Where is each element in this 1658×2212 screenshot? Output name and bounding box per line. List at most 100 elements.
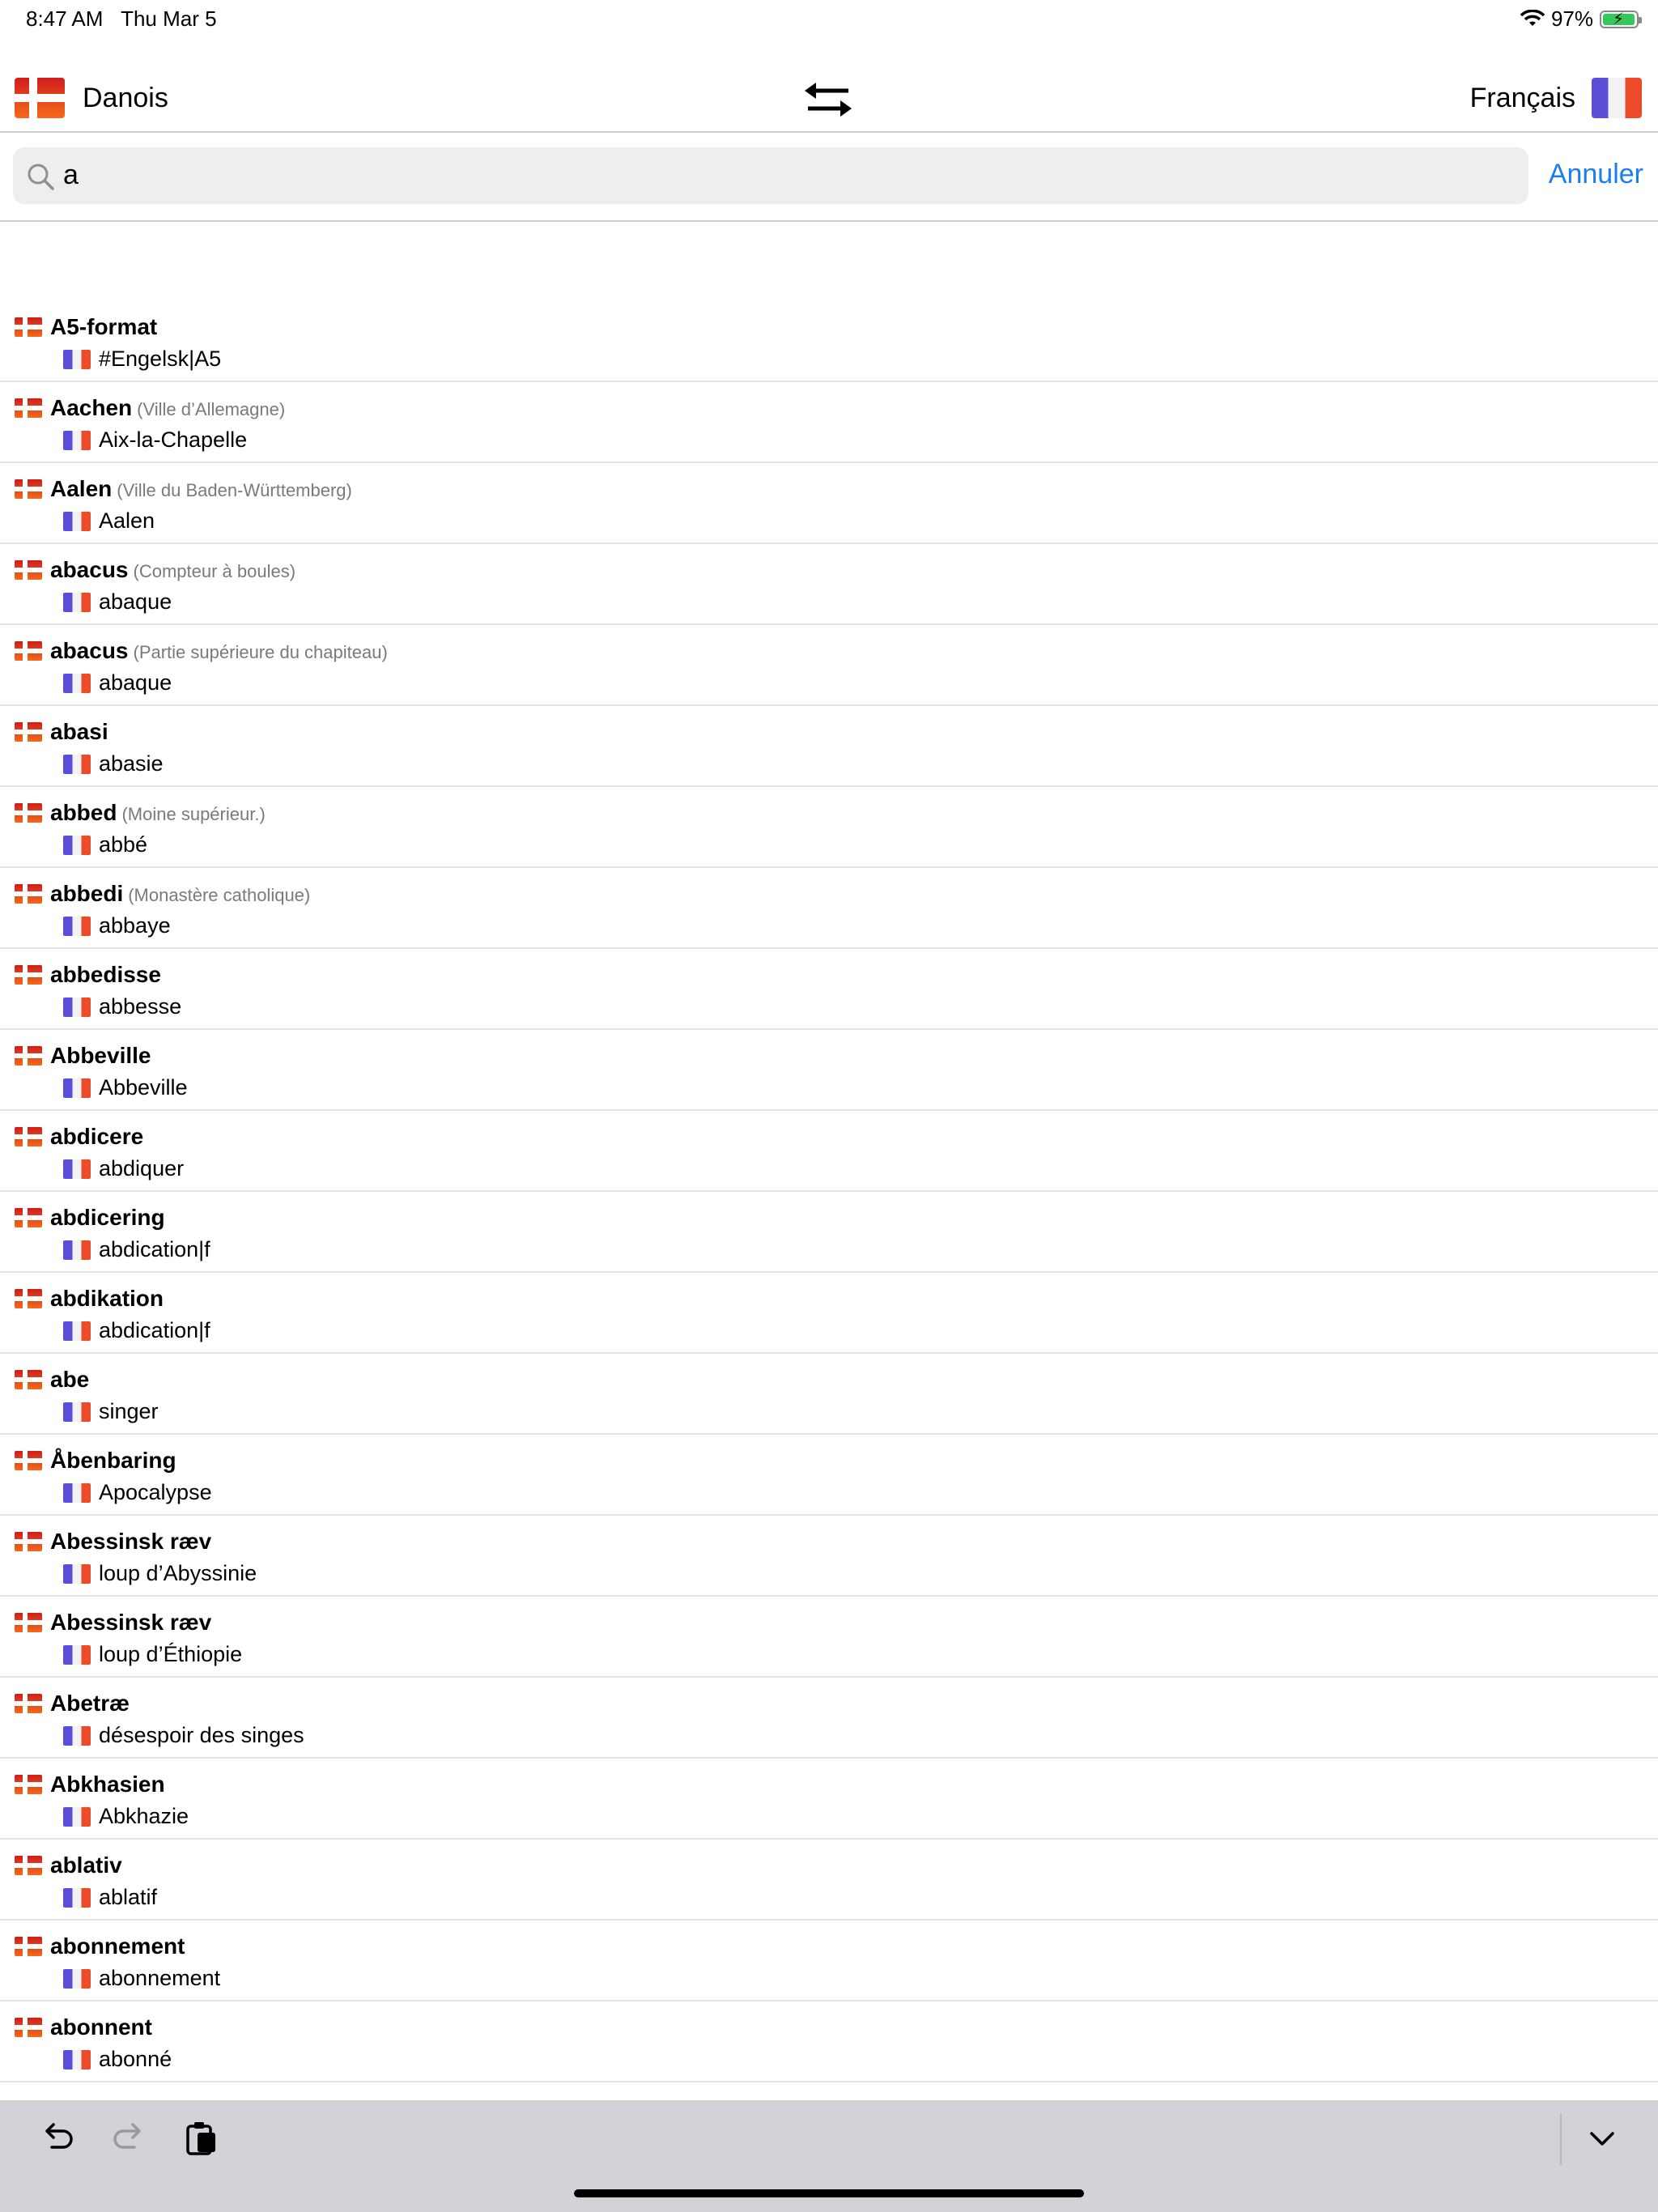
french-flag-icon — [63, 836, 91, 855]
translation-text: abdication|f — [99, 1318, 210, 1342]
result-row[interactable]: Abetræ désespoir des singes — [0, 1678, 1658, 1759]
headword: abonnement — [50, 1933, 189, 1959]
danish-flag-icon — [15, 1127, 42, 1146]
redo-icon[interactable] — [108, 2118, 149, 2159]
translation-text: abasie — [99, 751, 164, 776]
cancel-button[interactable]: Annuler — [1549, 159, 1643, 190]
result-row[interactable]: abe singer — [0, 1354, 1658, 1435]
result-row[interactable]: abbed (Moine supérieur.) abbé — [0, 787, 1658, 868]
battery-icon: ⚡ — [1600, 10, 1642, 28]
french-flag-icon — [63, 674, 91, 693]
french-flag-icon — [63, 1483, 91, 1503]
result-row[interactable]: abonnent abonné — [0, 2001, 1658, 2082]
language-bar: Danois Français — [0, 68, 1658, 133]
headword-text: Aalen — [50, 476, 113, 501]
danish-flag-icon — [15, 803, 42, 823]
search-query[interactable]: a — [63, 160, 79, 191]
headword-text: abasi — [50, 719, 108, 744]
headword-text: abbedisse — [50, 962, 161, 987]
result-row[interactable]: Aalen (Ville du Baden-Württemberg) Aalen — [0, 463, 1658, 544]
result-row[interactable]: abbedisse abbesse — [0, 949, 1658, 1030]
french-flag-icon — [63, 755, 91, 774]
headword-text: Abetræ — [50, 1691, 130, 1716]
danish-flag-icon — [15, 398, 42, 418]
headword: abdikation — [50, 1286, 168, 1312]
chevron-down-icon[interactable] — [1582, 2118, 1622, 2159]
danish-flag-icon — [15, 1046, 42, 1066]
headword-text: abbed — [50, 800, 117, 825]
result-row[interactable]: Aachen (Ville d’Allemagne) Aix-la-Chapelle — [0, 382, 1658, 463]
paste-icon[interactable] — [181, 2118, 222, 2159]
translation-text: Aalen — [99, 508, 155, 533]
search-icon — [28, 164, 54, 190]
headword: abdicering — [50, 1205, 170, 1231]
search-bar: a Annuler — [0, 131, 1658, 222]
result-row[interactable]: abonnement abonnement — [0, 1921, 1658, 2001]
translation-text: abdiquer — [99, 1156, 185, 1180]
translation-text: abdication|f — [99, 1237, 210, 1261]
result-row[interactable]: abacus (Partie supérieure du chapiteau) ab… — [0, 625, 1658, 706]
headword: Abbeville — [50, 1043, 155, 1069]
result-row[interactable]: ablativ ablatif — [0, 1840, 1658, 1921]
source-language-label[interactable]: Danois — [83, 83, 168, 114]
result-row[interactable]: Abessinsk ræv loup d’Éthiopie — [0, 1597, 1658, 1678]
translation-text: Apocalypse — [99, 1480, 212, 1504]
headword: Aalen (Ville du Baden-Württemberg) — [50, 476, 352, 502]
french-flag-icon — [63, 350, 91, 369]
result-row[interactable]: abbedi (Monastère catholique) abbaye — [0, 868, 1658, 949]
translation-text: abbaye — [99, 913, 171, 938]
headword: A5-format — [50, 314, 162, 340]
headword-text: Abessinsk ræv — [50, 1610, 212, 1635]
danish-flag-icon — [15, 1775, 42, 1794]
headword-text: abacus — [50, 638, 129, 663]
result-row[interactable]: abdikation abdication|f — [0, 1273, 1658, 1354]
translation-text: abaque — [99, 670, 172, 695]
danish-flag-icon — [15, 1208, 42, 1227]
headword-text: abacus — [50, 557, 129, 582]
home-indicator — [574, 2189, 1084, 2197]
translation-text: Aix-la-Chapelle — [99, 428, 248, 452]
danish-flag-icon — [15, 722, 42, 742]
danish-flag-icon — [15, 884, 42, 904]
result-row[interactable]: Abbeville Abbeville — [0, 1030, 1658, 1111]
headword-text: Abkhasien — [50, 1772, 165, 1797]
translation-text: Abkhazie — [99, 1804, 189, 1828]
headword-note: (Ville du Baden-Württemberg) — [117, 480, 352, 500]
status-clock: 8:47 AM — [26, 6, 104, 31]
battery-percentage: 97% — [1550, 6, 1593, 31]
result-row[interactable]: abacus (Compteur à boules) abaque — [0, 544, 1658, 625]
search-input[interactable]: a — [13, 147, 1528, 204]
headword-text: Abbeville — [50, 1043, 151, 1068]
translation-text: abbesse — [99, 994, 182, 1019]
headword-note: (Compteur à boules) — [133, 561, 296, 581]
result-row[interactable]: Abkhasien Abkhazie — [0, 1759, 1658, 1840]
result-row[interactable]: Abessinsk ræv loup d’Abyssinie — [0, 1516, 1658, 1597]
danish-flag-icon[interactable] — [15, 78, 65, 118]
danish-flag-icon — [15, 1937, 42, 1956]
result-row[interactable]: abdicere abdiquer — [0, 1111, 1658, 1192]
undo-icon[interactable] — [37, 2118, 78, 2159]
translation-text: loup d’Abyssinie — [99, 1561, 257, 1585]
status-bar: 8:47 AM Thu Mar 5 97% ⚡ — [0, 0, 1658, 40]
result-row[interactable]: abdicering abdication|f — [0, 1192, 1658, 1273]
headword-text: abdikation — [50, 1286, 164, 1311]
translation-text: abonné — [99, 2047, 172, 2071]
target-language-label[interactable]: Français — [1470, 83, 1575, 114]
french-flag-icon — [63, 593, 91, 612]
headword-text: A5-format — [50, 314, 158, 339]
headword: abdicere — [50, 1124, 148, 1150]
french-flag-icon[interactable] — [1592, 78, 1642, 118]
swap-languages-icon[interactable] — [801, 79, 855, 120]
headword-text: Aachen — [50, 395, 133, 420]
translation-text: abbé — [99, 832, 148, 857]
headword: abbedi (Monastère catholique) — [50, 881, 310, 907]
result-row[interactable]: A5-format #Engelsk|A5 — [0, 301, 1658, 382]
french-flag-icon — [63, 1240, 91, 1260]
result-row[interactable]: Åbenbaring Apocalypse — [0, 1435, 1658, 1516]
danish-flag-icon — [15, 560, 42, 580]
translation-text: désespoir des singes — [99, 1723, 304, 1747]
result-row[interactable]: abasi abasie — [0, 706, 1658, 787]
status-date: Thu Mar 5 — [121, 6, 217, 31]
headword-note: (Moine supérieur.) — [121, 804, 266, 824]
headword-text: Abessinsk ræv — [50, 1529, 212, 1554]
